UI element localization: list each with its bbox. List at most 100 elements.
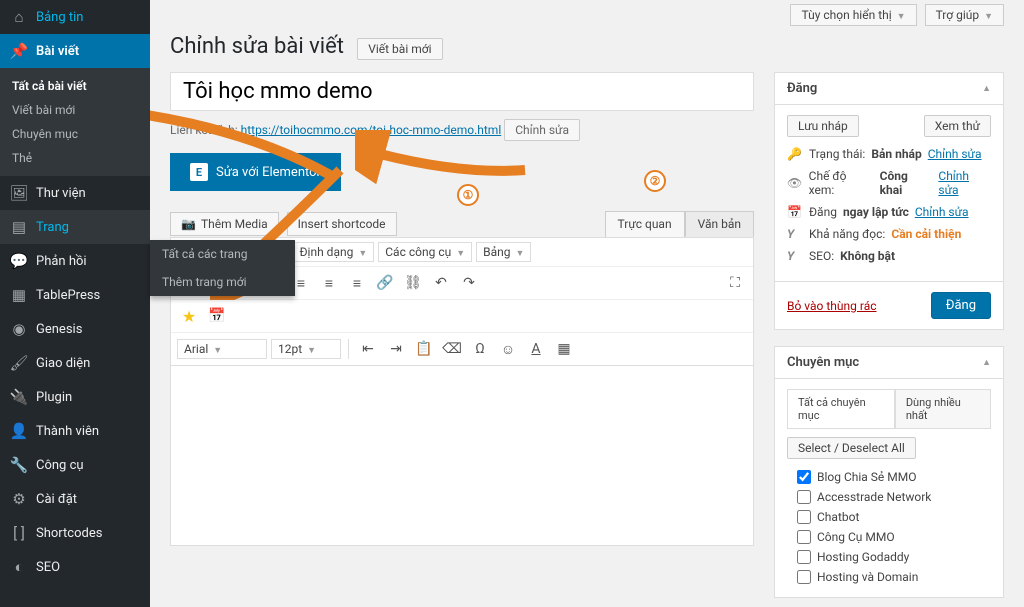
sidebar-item-comments[interactable]: 💬 Phản hồi — [0, 244, 150, 278]
flyout-all-pages[interactable]: Tất cả các trang — [150, 240, 295, 268]
sidebar-item-settings[interactable]: ⚙ Cài đặt — [0, 482, 150, 516]
category-item[interactable]: Chatbot — [787, 507, 991, 527]
seo-icon: ◐ — [10, 558, 28, 576]
tab-popular-categories[interactable]: Dùng nhiều nhất — [895, 389, 991, 428]
add-new-button[interactable]: Viết bài mới — [357, 38, 442, 60]
edit-visibility-link[interactable]: Chỉnh sửa — [938, 169, 991, 197]
category-item[interactable]: Hosting Godaddy — [787, 547, 991, 567]
page-title: Chỉnh sửa bài viết — [170, 34, 344, 59]
main-content: Tùy chọn hiển thị ▼ Trợ giúp ▼ Chỉnh sửa… — [150, 0, 1024, 607]
undo-icon[interactable]: ↶ — [429, 271, 453, 295]
camera-icon: 📷 — [181, 217, 196, 231]
font-size-select[interactable]: 12pt ▼ — [271, 339, 341, 359]
sidebar-label: TablePress — [36, 288, 100, 303]
sidebar-item-shortcodes[interactable]: [ ]Shortcodes — [0, 516, 150, 550]
edit-status-link[interactable]: Chỉnh sửa — [928, 147, 982, 161]
sidebar-item-users[interactable]: 👤Thành viên — [0, 414, 150, 448]
select-all-categories-button[interactable]: Select / Deselect All — [787, 437, 916, 459]
sidebar-item-pages[interactable]: ▤ Trang — [0, 210, 150, 244]
sidebar-label: Giao diện — [36, 356, 90, 371]
page-icon: ▤ — [10, 218, 28, 236]
link-icon[interactable]: 🔗 — [373, 271, 397, 295]
sidebar-label: Thành viên — [36, 424, 99, 439]
sidebar-sub-all-posts[interactable]: Tất cả bài viết — [0, 74, 150, 98]
flyout-new-page[interactable]: Thêm trang mới — [150, 268, 295, 296]
edit-schedule-link[interactable]: Chỉnh sửa — [915, 205, 969, 219]
category-label: Hosting Godaddy — [817, 550, 909, 564]
tab-text[interactable]: Văn bản — [685, 211, 754, 237]
sidebar-item-dashboard[interactable]: ⌂Bảng tin — [0, 0, 150, 34]
category-checkbox[interactable] — [797, 570, 811, 584]
sidebar-sub-tags[interactable]: Thẻ — [0, 146, 150, 170]
category-label: Chatbot — [817, 510, 859, 524]
help-toggle[interactable]: Trợ giúp ▼ — [925, 4, 1004, 26]
editor-body[interactable] — [170, 366, 754, 546]
sidebar-sub-new-post[interactable]: Viết bài mới — [0, 98, 150, 122]
special-char-icon[interactable]: Ω — [468, 337, 492, 361]
text-color-icon[interactable]: A — [524, 337, 548, 361]
sidebar-label: SEO — [36, 560, 60, 575]
category-checkbox[interactable] — [797, 550, 811, 564]
tab-all-categories[interactable]: Tất cả chuyên mục — [787, 389, 895, 428]
category-item[interactable]: Công Cụ MMO — [787, 527, 991, 547]
pin-icon: 📌 — [10, 42, 28, 60]
unlink-icon[interactable]: ⛓ — [401, 271, 425, 295]
sidebar-label: Bài viết — [36, 44, 79, 59]
collapse-icon[interactable]: ▲ — [982, 83, 991, 94]
fullscreen-icon[interactable]: ⛶ — [723, 271, 747, 295]
media-icon: 🖼 — [10, 184, 28, 202]
sidebar-item-plugins[interactable]: 🔌Plugin — [0, 380, 150, 414]
sidebar-submenu-posts: Tất cả bài viết Viết bài mới Chuyên mục … — [0, 68, 150, 176]
sidebar-item-genesis[interactable]: ◉Genesis — [0, 312, 150, 346]
admin-sidebar: ⌂Bảng tin 📌 Bài viết Tất cả bài viết Viết… — [0, 0, 150, 607]
sidebar-label: Genesis — [36, 322, 82, 337]
category-label: Hosting và Domain — [817, 570, 918, 584]
category-checkbox[interactable] — [797, 490, 811, 504]
category-item[interactable]: Accesstrade Network — [787, 487, 991, 507]
categories-heading: Chuyên mục — [787, 355, 859, 370]
sidebar-label: Shortcodes — [36, 526, 102, 541]
indent-icon[interactable]: ⇤ — [356, 337, 380, 361]
sidebar-item-posts[interactable]: 📌 Bài viết — [0, 34, 150, 68]
publish-metabox: Đăng▲ Lưu nháp Xem thử 🔑Trạng thái: Bản … — [774, 72, 1004, 330]
collapse-icon[interactable]: ▲ — [982, 357, 991, 368]
outdent-icon[interactable]: ⇥ — [384, 337, 408, 361]
category-item[interactable]: Blog Chia Sẻ MMO — [787, 467, 991, 487]
brush-icon: 🖌 — [10, 354, 28, 372]
plugin-icon: 🔌 — [10, 388, 28, 406]
annotation-marker-2: ② — [644, 170, 666, 192]
publish-button[interactable]: Đăng — [931, 292, 991, 319]
calendar-icon[interactable]: 📅 — [205, 304, 229, 328]
paste-icon[interactable]: 📋 — [412, 337, 436, 361]
clear-format-icon[interactable]: ⌫ — [440, 337, 464, 361]
emoji-icon[interactable]: ☺ — [496, 337, 520, 361]
gear-icon: ⚙ — [10, 490, 28, 508]
sidebar-item-tablepress[interactable]: ▦TablePress — [0, 278, 150, 312]
table-menu[interactable]: Bảng ▼ — [476, 242, 531, 262]
move-to-trash-link[interactable]: Bỏ vào thùng rác — [787, 299, 877, 313]
preview-button[interactable]: Xem thử — [924, 115, 991, 137]
yoast-icon: Y — [787, 227, 803, 241]
table-insert-icon[interactable]: ▦ — [552, 337, 576, 361]
tab-visual[interactable]: Trực quan — [605, 211, 685, 237]
sidebar-item-seo[interactable]: ◐ SEO — [0, 550, 150, 584]
sidebar-item-tools[interactable]: 🔧Công cụ — [0, 448, 150, 482]
font-family-select[interactable]: Arial ▼ — [177, 339, 267, 359]
category-item[interactable]: Hosting và Domain — [787, 567, 991, 587]
sidebar-sub-categories[interactable]: Chuyên mục — [0, 122, 150, 146]
sidebar-label: Trang — [36, 220, 69, 235]
tools-menu[interactable]: Các công cụ ▼ — [378, 242, 472, 262]
sidebar-label: Phản hồi — [36, 254, 87, 269]
sidebar-label: Bảng tin — [36, 10, 83, 25]
sidebar-item-appearance[interactable]: 🖌 Giao diện — [0, 346, 150, 380]
sidebar-item-media[interactable]: 🖼Thư viện — [0, 176, 150, 210]
sidebar-label: Cài đặt — [36, 492, 77, 507]
screen-options-toggle[interactable]: Tùy chọn hiển thị ▼ — [790, 4, 916, 26]
category-checkbox[interactable] — [797, 470, 811, 484]
redo-icon[interactable]: ↷ — [457, 271, 481, 295]
comment-icon: 💬 — [10, 252, 28, 270]
category-checkbox[interactable] — [797, 530, 811, 544]
save-draft-button[interactable]: Lưu nháp — [787, 115, 859, 137]
star-icon[interactable]: ★ — [177, 304, 201, 328]
category-checkbox[interactable] — [797, 510, 811, 524]
